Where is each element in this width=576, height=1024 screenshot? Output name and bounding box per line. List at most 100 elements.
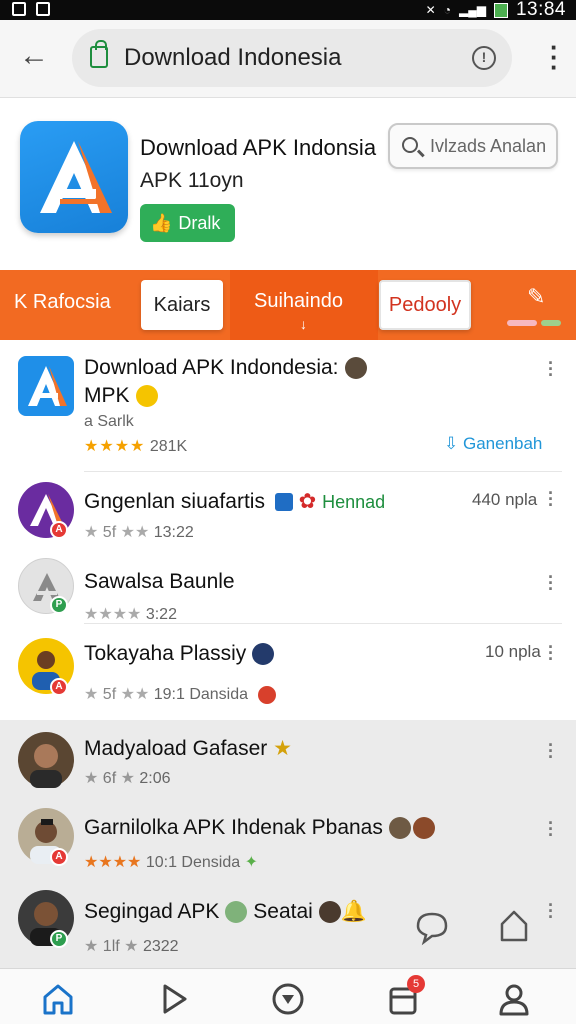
rating-prefix: 5f [102,524,117,541]
more-options-icon[interactable]: · · · [548,638,554,668]
search-placeholder: Ivlzads Analan [430,136,547,156]
app-badge-icon: A [50,848,68,866]
timestamp: 19:1 Dansida [153,686,249,703]
inbox-button[interactable]: 5 [385,975,425,1017]
list-item[interactable]: Download APK Indondesia: MPK a Sarlk ★★★… [0,340,576,472]
star-rating: ★ [84,524,99,541]
lock-icon [90,40,108,68]
tab-pedooly[interactable]: Pedooly [379,280,471,330]
download-count: 281K [149,438,188,455]
indicator-bar [507,320,537,326]
avatar-emoji-icon [252,643,275,666]
star-icon: ★ [273,737,292,760]
address-field[interactable]: Download Indonesia ! [72,29,512,87]
more-options-icon[interactable]: · · · [548,354,554,384]
search-icon [402,137,418,153]
comment-icon[interactable] [412,908,452,948]
star-rating: ★★★★ [84,606,142,623]
tab-extra-button[interactable]: ✎ [505,282,565,330]
flower-icon: ✿ [298,490,317,513]
rating: ★★★★ 281K [84,436,187,456]
list-item-sub: a Sarlk [84,413,134,430]
thumbs-up-icon: 👍 [150,212,173,233]
list-item[interactable]: A Tokayaha Plassiy ★ 5f ★★ 19:1 Dansida … [0,626,576,718]
notification-icon [12,2,26,16]
rating: ★★★★ 3:22 [84,604,177,624]
more-options-icon[interactable]: · · · [548,568,554,598]
mute-icon: ✕ [425,3,436,17]
overflow-menu-icon[interactable]: · · · [550,34,559,80]
feather-icon: ✎ [527,284,546,309]
app-title: Download APK Indonsia [140,135,377,160]
more-options-icon[interactable]: · · · [548,484,554,514]
list-item-name: Gngenlan siuafartis [84,490,265,513]
play-icon[interactable] [156,981,192,1017]
app-badge-icon: P [50,596,68,614]
download-button[interactable]: 👍 Dralk [140,204,235,242]
list-item[interactable]: A Gngenlan siuafartis ✿ Hennad ★ 5f ★★ 1… [0,472,576,552]
smile-emoji-icon [135,385,158,408]
list-item-name: Madyaload Gafaser [84,737,268,760]
app-header: Download APK Indonsia APK 11oyn 👍 Dralk … [0,99,576,269]
list-item[interactable]: P Sawalsa Baunle ★★★★ 3:22 · · · [0,552,576,624]
star-icon: ★ [120,770,135,787]
tab-suihaindo[interactable]: Suihaindo ↓ [230,270,378,340]
list-item-title: Garnilolka APK Ihdenak Pbanas [84,816,435,840]
list-item-name: Segingad APK [84,900,220,923]
status-bar: ✕ ◔ ▂▄▆ 13:84 [0,0,576,20]
list-item-name-2: MPK [84,384,130,407]
avatar-emoji-icon [318,901,341,924]
rating: ★ 5f ★★ 19:1 Dansida [84,684,277,704]
emoji-icon [258,685,277,704]
home-icon[interactable] [40,981,76,1017]
more-options-icon[interactable]: · · · [548,896,554,926]
install-link[interactable]: ⇩ Ganenbah [444,434,542,454]
tab-rafocsia[interactable]: K Rafocsia [14,291,111,314]
avatar-emoji-icon [412,817,435,840]
avatar-emoji-icon [225,901,248,924]
avatar [18,732,74,788]
tab-kaiars[interactable]: Kaiars [141,280,223,330]
share-icon[interactable] [494,906,534,946]
list-item-extra: Hennad [322,492,386,512]
star-rating: ★★★★ [84,438,146,455]
list-item[interactable]: Madyaload Gafaser ★ ★ 6f ★ 2:06 · · · [0,720,576,800]
avatar-emoji-icon [344,357,367,380]
person-icon [30,744,62,788]
more-options-icon[interactable]: · · · [548,814,554,844]
rating-prefix: 6f [102,770,117,787]
explore-icon[interactable] [270,981,306,1017]
star-icon: ★ [124,938,139,955]
list-item-name: Sawalsa Baunle [84,570,235,593]
search-input[interactable]: Ivlzads Analan [388,123,558,169]
chevron-down-icon: ↓ [300,316,307,332]
app-badge-icon: A [50,521,68,539]
divider [84,623,562,624]
info-icon[interactable]: ! [472,46,496,70]
url-bar: ← Download Indonesia ! · · · [0,20,576,98]
timestamp: 10:1 Densida [145,854,241,871]
star-rating: ★ [84,770,99,787]
page-title: Download Indonesia [124,44,342,71]
list-item[interactable]: A Garnilolka APK Ihdenak Pbanas ★★★★ 10:… [0,800,576,884]
edit-icon [274,493,293,512]
list-item-name: Tokayaha Plassiy [84,642,247,665]
back-arrow-icon[interactable]: ← [16,38,52,74]
timestamp: 2:06 [139,770,171,787]
more-options-icon[interactable]: · · · [548,736,554,766]
app-logo [20,121,128,233]
profile-icon[interactable] [496,981,532,1017]
star-rating: ★ [84,938,99,955]
timestamp: 2322 [142,938,179,955]
logo-a-icon [40,141,112,213]
wifi-icon: ◔ [443,3,451,17]
bell-icon: 🔔 [340,900,367,923]
rating-prefix: 5f [102,686,117,703]
tab-suihaindo-label: Suihaindo [254,290,343,312]
battery-icon [493,2,508,18]
list-item-title: Gngenlan siuafartis ✿ Hennad [84,489,385,514]
rating: ★ 6f ★ 2:06 [84,768,171,788]
list-item[interactable]: P Segingad APK Seatai 🔔 ★ 1lf ★ 2322 · · · [0,884,576,970]
timestamp: 13:22 [153,524,194,541]
app-badge-icon: P [50,930,68,948]
